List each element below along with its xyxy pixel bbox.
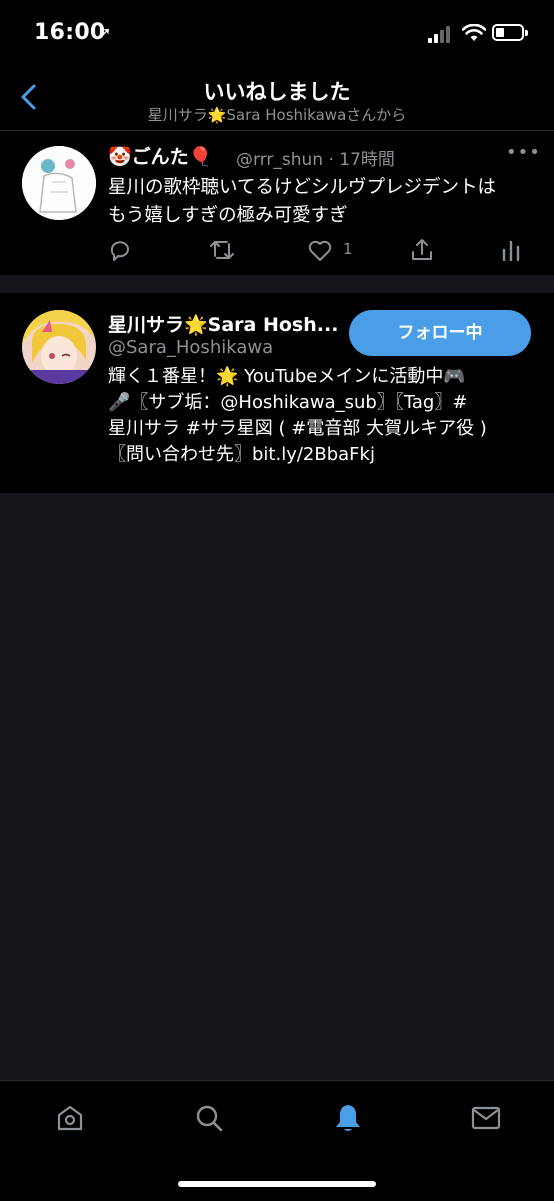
messages-icon[interactable] [470, 1102, 502, 1134]
tweet-text-line: もう嬉しすぎの極み可愛すぎ [108, 205, 348, 226]
bio-line: 🎤〖サブ垢：@Hoshikawa_sub〗〖Tag〗# [108, 392, 468, 413]
like-count: 1 [343, 240, 353, 258]
retweet-icon[interactable] [208, 236, 236, 264]
home-icon[interactable] [54, 1102, 86, 1134]
profile-name[interactable]: 星川サラ🌟Sara Hosh... [108, 310, 338, 337]
following-button[interactable]: フォロー中 [349, 310, 531, 356]
reply-icon[interactable] [106, 236, 134, 264]
location-icon: ➚ [98, 23, 112, 42]
wifi-icon [462, 24, 486, 41]
page-title: いいねしました [203, 80, 351, 104]
page-subtitle: 星川サラ🌟Sara Hoshikawaさんから [147, 106, 407, 124]
tweet-text-line: 星川の歌枠聴いてるけどシルヴプレジデントは [108, 177, 496, 198]
profile-bio: 輝く１番星！🌟 YouTubeメインに活動中🎮 🎤〖サブ垢：@Hoshikawa… [108, 364, 538, 468]
bio-line: 輝く１番星！🌟 YouTubeメインに活動中🎮 [108, 366, 466, 387]
tweet-text: 星川の歌枠聴いてるけどシルヴプレジデントは もう嬉しすぎの極み可愛すぎ [108, 174, 538, 230]
like-icon[interactable] [306, 236, 334, 264]
more-options-icon[interactable]: ••• [506, 142, 541, 163]
tweet-author-name[interactable]: 🤡ごんた🎈 [108, 142, 212, 169]
tweet-handle-time: @rrr_shun · 17時間 [236, 150, 395, 170]
tweet-author-avatar[interactable] [22, 146, 96, 220]
profile-handle: @Sara_Hoshikawa [108, 337, 274, 358]
profile-avatar[interactable] [22, 310, 96, 384]
notifications-icon[interactable] [332, 1102, 364, 1134]
status-time: 16:00 [34, 20, 106, 45]
search-icon[interactable] [193, 1102, 225, 1134]
analytics-icon[interactable] [497, 236, 525, 264]
bio-line: 〖問い合わせ先〗bit.ly/2BbaFkj [108, 444, 375, 465]
battery-icon [492, 24, 528, 41]
home-indicator [178, 1181, 376, 1187]
share-icon[interactable] [408, 236, 436, 264]
nav-header: いいねしました 星川サラ🌟Sara Hoshikawaさんから [0, 70, 554, 131]
bio-line: 星川サラ #サラ星図 ( #電音部 大賀ルキア役 ) [108, 418, 487, 439]
status-bar: 16:00 ➚ [0, 0, 554, 70]
signal-icon [428, 25, 454, 43]
